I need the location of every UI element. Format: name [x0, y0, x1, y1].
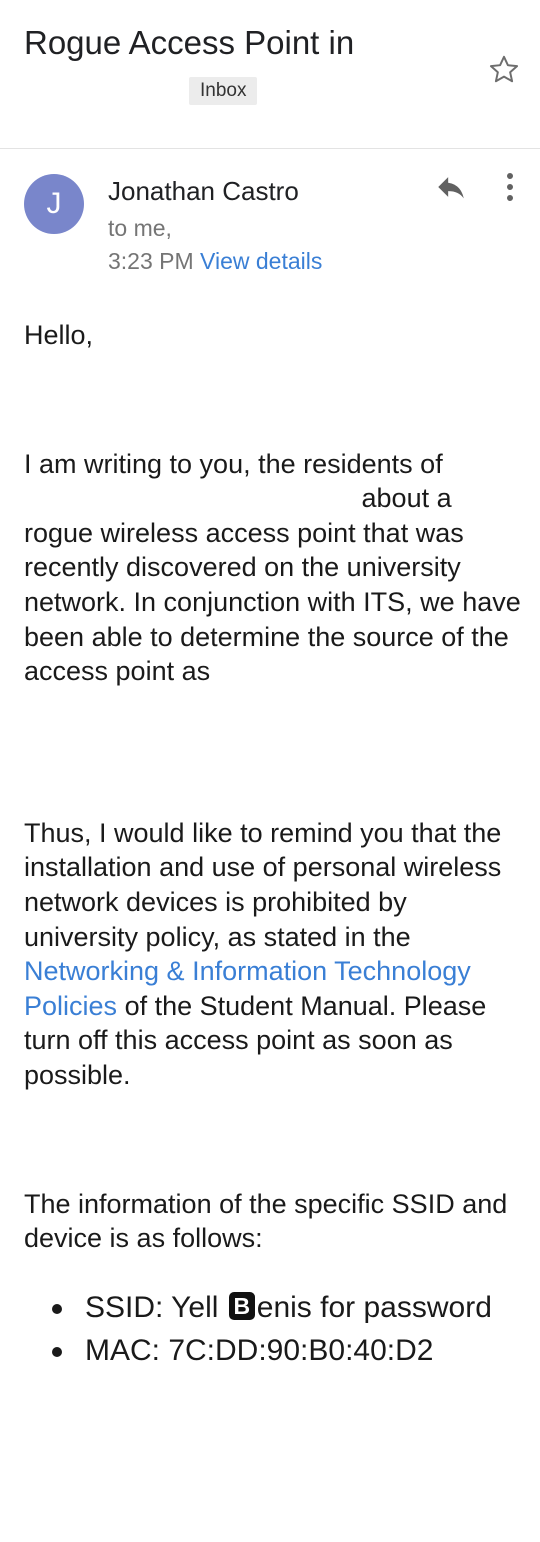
- list-item-ssid: SSID: Yell Benis for password: [24, 1286, 524, 1329]
- header-divider: [0, 148, 540, 149]
- reply-button[interactable]: [432, 170, 470, 204]
- sender-name: Jonathan Castro: [108, 176, 299, 206]
- greeting: Hello,: [24, 320, 94, 350]
- paragraph-2: Thus, I would like to remind you that th…: [24, 816, 524, 1093]
- view-details-link[interactable]: View details: [200, 248, 322, 274]
- message-body: Hello, I am writing to you, the resident…: [24, 318, 524, 1372]
- paragraph-3: The information of the specific SSID and…: [24, 1188, 508, 1254]
- star-button[interactable]: [486, 52, 522, 88]
- message-meta: 3:23 PM View details: [108, 245, 322, 277]
- boxed-letter: B: [228, 1291, 255, 1320]
- message-time: 3:23 PM: [108, 248, 194, 274]
- ssid-text-end: enis for password: [256, 1290, 492, 1324]
- subject-header: Rogue Access Point in Inbox: [0, 0, 540, 148]
- bullet-icon: [52, 1303, 62, 1314]
- list-item-mac: MAC: 7C:DD:90:B0:40:D2: [24, 1329, 524, 1372]
- reply-icon: [438, 177, 464, 199]
- paragraph-1-start: I am writing to you, the residents of: [24, 448, 443, 479]
- star-outline-icon: [489, 55, 519, 83]
- email-subject: Rogue Access Point in: [24, 24, 355, 61]
- more-vert-icon: [507, 173, 513, 201]
- redacted-area: [24, 486, 354, 514]
- ssid-text-start: SSID: Yell: [85, 1290, 219, 1324]
- paragraph-1: I am writing to you, the residents of ab…: [24, 447, 524, 689]
- sender-avatar[interactable]: J: [24, 174, 84, 234]
- bullet-icon: [52, 1346, 62, 1357]
- more-options-button[interactable]: [496, 170, 524, 204]
- paragraph-2-start: Thus, I would like to remind you that th…: [24, 817, 502, 952]
- inbox-label-chip[interactable]: Inbox: [189, 77, 258, 105]
- recipients-line: to me,: [108, 215, 172, 241]
- mac-text: MAC: 7C:DD:90:B0:40:D2: [85, 1333, 434, 1367]
- device-info-list: SSID: Yell Benis for password MAC: 7C:DD…: [24, 1286, 524, 1372]
